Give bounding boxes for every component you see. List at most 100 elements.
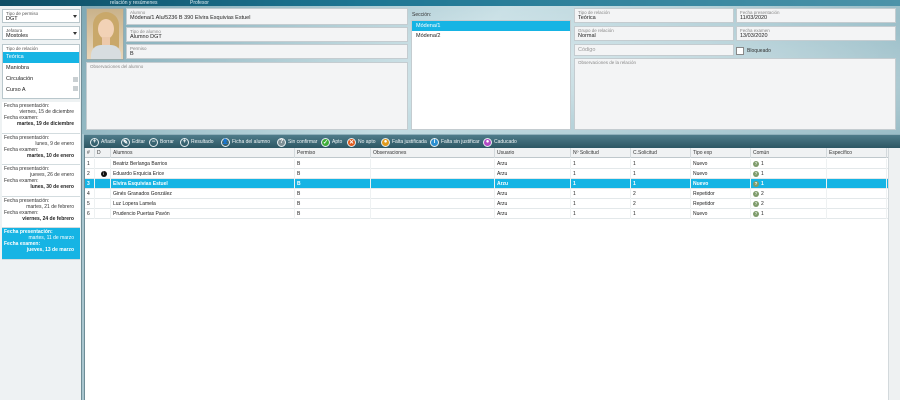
blocked-label: Bloqueado — [747, 48, 771, 54]
student-card-button[interactable]: 👤 Ficha del alumno — [221, 137, 270, 147]
relation-notes-field[interactable]: Observaciones de la relación — [574, 58, 896, 130]
code-field[interactable]: Código — [574, 44, 734, 56]
section-list: Módena/1 Módena/2 — [411, 20, 571, 130]
app-window: relación y resúmenes Profesor Tipo de pe… — [0, 0, 900, 400]
grid-header: # D Alumnos Permiso Observaciones Usuari… — [85, 148, 900, 158]
table-row[interactable]: 2 i Eduardo Erquicia Erice B Arzu 1 1 Nu… — [85, 169, 900, 179]
table-row[interactable]: 4 Ginés Granados González B Arzu 1 2 Rep… — [85, 189, 900, 199]
status-icon: ? — [753, 160, 759, 167]
cell-number: 5 — [85, 199, 95, 209]
students-grid: # D Alumnos Permiso Observaciones Usuari… — [84, 148, 900, 400]
unjustified-absence-label: Falta sin justificar — [441, 139, 480, 145]
cell-student: Beatriz Berlanga Barrios — [111, 159, 295, 169]
cell-notes — [371, 179, 495, 189]
student-value: Módena/1 Alu/5236 B 390 Elvira Esquivias… — [130, 15, 251, 21]
relation-type-value: Teórica — [578, 15, 596, 21]
common-value: 1 — [761, 211, 764, 217]
info-icon[interactable]: i — [100, 170, 107, 177]
add-button[interactable]: + Añadir — [90, 137, 115, 147]
school-select[interactable]: Jefatura Mostoles — [2, 26, 80, 40]
cell-common: ? 1 — [751, 159, 827, 169]
date-item[interactable]: Fecha presentación: martes, 21 de febrer… — [2, 196, 80, 228]
user-icon: 👤 — [221, 137, 230, 147]
delete-button[interactable]: − Borrar — [149, 137, 174, 147]
cell-student: Prudencio Puertas Pavón — [111, 209, 295, 219]
pass-button[interactable]: ✓ Apto — [321, 137, 342, 147]
col-d[interactable]: D — [95, 148, 111, 158]
col-specific[interactable]: Específico — [827, 148, 887, 158]
presentation-date-value: 11/03/2020 — [740, 15, 768, 21]
justified-absence-button[interactable]: ● Falta justificada — [381, 137, 427, 147]
status-icon: ? — [753, 180, 759, 187]
relation-type-item[interactable]: Teórica — [3, 52, 79, 63]
common-value: 1 — [761, 181, 764, 187]
col-user[interactable]: Usuario — [495, 148, 571, 158]
cell-permit: B — [295, 169, 371, 179]
plus-icon: + — [90, 137, 99, 147]
col-common[interactable]: Común — [751, 148, 827, 158]
col-notes[interactable]: Observaciones — [371, 148, 495, 158]
student-field[interactable]: Alumno Módena/1 Alu/5236 B 390 Elvira Es… — [126, 8, 408, 25]
table-row-selected[interactable]: 3 Elvira Esquivias Estuel B Arzu 1 1 Nue… — [85, 179, 900, 189]
relation-type-field[interactable]: Tipo de relación Teórica — [574, 8, 734, 23]
date-list: Fecha presentación: viernes, 15 de dicie… — [2, 102, 80, 260]
table-row[interactable]: 5 Luz Lopera Lamela B Arzu 1 2 Repetidor… — [85, 199, 900, 209]
cell-request-number: 1 — [571, 209, 631, 219]
expired-button[interactable]: ● Caducado — [483, 137, 517, 147]
table-row[interactable]: 1 Beatriz Berlanga Barrios B Arzu 1 1 Nu… — [85, 159, 900, 169]
relation-type-item[interactable]: Curso A — [3, 85, 79, 96]
unconfirmed-button[interactable]: ? Sin confirmar — [277, 137, 317, 147]
blocked-checkbox[interactable] — [736, 47, 744, 55]
student-notes-field[interactable]: Observaciones del alumno — [86, 62, 408, 130]
cell-specific — [827, 209, 887, 219]
date-item[interactable]: Fecha presentación: viernes, 15 de dicie… — [2, 102, 80, 134]
delete-label: Borrar — [160, 139, 174, 145]
relation-type-item[interactable]: Maniobra — [3, 63, 79, 74]
col-number[interactable]: # — [85, 148, 95, 158]
cell-student: Eduardo Erquicia Erice — [111, 169, 295, 179]
exam-date: martes, 10 de enero — [27, 152, 74, 159]
date-item-selected[interactable]: Fecha presentación: martes, 11 de marzo … — [2, 228, 80, 260]
cell-request-number: 1 — [571, 179, 631, 189]
result-button[interactable]: + Resultado — [180, 137, 214, 147]
cell-exp-type: Nuevo — [691, 179, 751, 189]
cell-d — [95, 199, 111, 209]
grid-scrollbar[interactable] — [888, 148, 900, 400]
relation-group-field[interactable]: Grupo de relación Normal — [574, 26, 734, 41]
col-request-count[interactable]: C.Solicitud — [631, 148, 691, 158]
unjustified-absence-button[interactable]: i Falta sin justificar — [430, 137, 480, 147]
cell-request-number: 1 — [571, 189, 631, 199]
cell-common: ? 1 — [751, 209, 827, 219]
date-item[interactable]: Fecha presentación: lunes, 9 de enero Fe… — [2, 133, 80, 165]
chevron-down-icon[interactable] — [73, 32, 77, 35]
cell-exp-type: Nuevo — [691, 159, 751, 169]
status-icon: ? — [753, 200, 759, 207]
permit-field[interactable]: Permiso B — [126, 44, 408, 59]
plus-circle-icon: + — [180, 137, 189, 147]
edit-button[interactable]: ✎ Editar — [121, 137, 145, 147]
col-permit[interactable]: Permiso — [295, 148, 371, 158]
cell-request-count: 2 — [631, 189, 691, 199]
relation-group-value: Normal — [578, 33, 596, 39]
permit-type-select[interactable]: Tipo de permiso DGT — [2, 9, 80, 23]
cell-exp-type: Nuevo — [691, 209, 751, 219]
col-students[interactable]: Alumnos — [111, 148, 295, 158]
table-row[interactable]: 6 Prudencio Puertas Pavón B Arzu 1 1 Nue… — [85, 209, 900, 219]
cell-exp-type: Repetidor — [691, 199, 751, 209]
presentation-date-field[interactable]: Fecha presentación 11/03/2020 — [736, 8, 896, 23]
section-item[interactable]: Módena/1 — [412, 21, 570, 31]
chevron-down-icon[interactable] — [73, 15, 77, 18]
permit-type-value: DGT — [6, 16, 18, 22]
exam-date-field[interactable]: Fecha examen 13/03/2020 — [736, 26, 896, 41]
student-type-field[interactable]: Tipo de alumno Alumno DGT — [126, 27, 408, 42]
cell-d — [95, 179, 111, 189]
col-request-number[interactable]: Nº Solicitud — [571, 148, 631, 158]
date-item[interactable]: Fecha presentación: jueves, 26 de enero … — [2, 165, 80, 197]
list-scrollbar[interactable] — [73, 77, 78, 97]
relation-type-item[interactable]: Circulación — [3, 74, 79, 85]
fail-button[interactable]: ✕ No apto — [347, 137, 376, 147]
col-exp-type[interactable]: Tipo exp — [691, 148, 751, 158]
justified-absence-label: Falta justificada — [392, 139, 427, 145]
status-icon: ? — [753, 210, 759, 217]
section-item[interactable]: Módena/2 — [412, 31, 570, 41]
